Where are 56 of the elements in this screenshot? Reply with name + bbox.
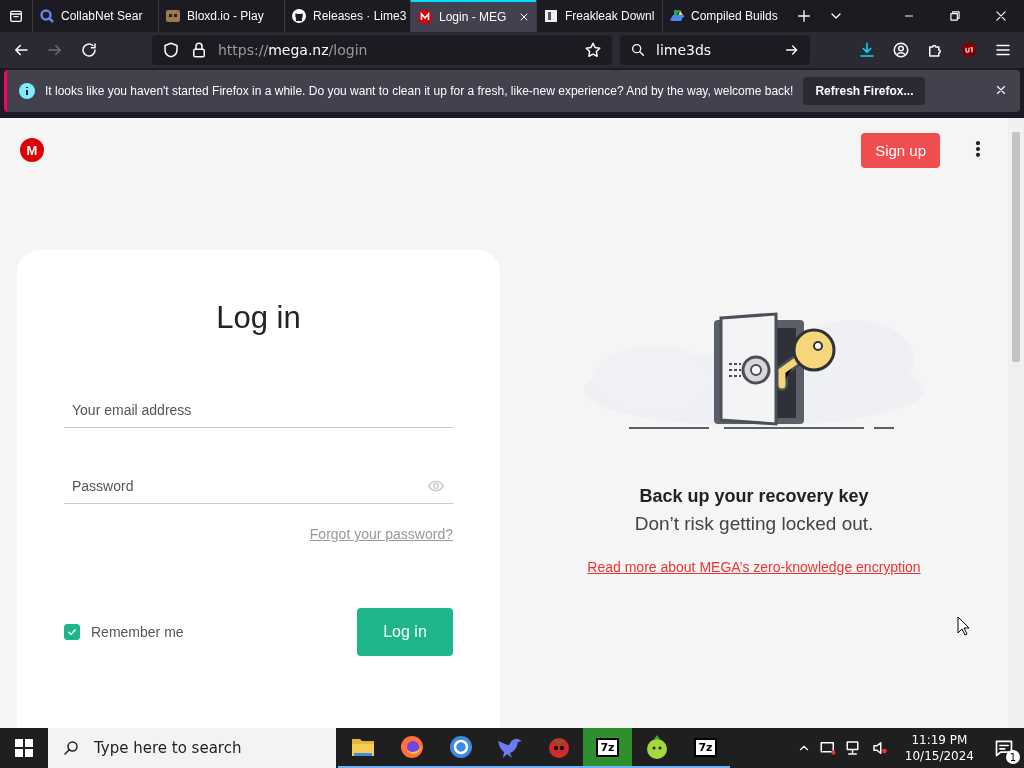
- login-title: Log in: [215, 300, 302, 336]
- speaker-icon[interactable]: [870, 739, 889, 757]
- arrow-right-icon[interactable]: [784, 42, 800, 58]
- tomato-face-icon: [546, 735, 571, 759]
- notification-message: It looks like you haven't started Firefox in a while. Do you want to clean it up for a fresh, like-new experience? And by the way, welcome back!: [45, 84, 794, 98]
- shield-icon[interactable]: [960, 41, 978, 59]
- fox-globe-icon: [399, 735, 424, 759]
- taskbar-app[interactable]: 7z: [583, 728, 632, 768]
- shield-icon: [162, 41, 180, 59]
- browser-tab[interactable]: Login - MEG: [410, 0, 536, 32]
- star-icon[interactable]: [584, 41, 602, 59]
- page-icon: [543, 8, 559, 24]
- password-field[interactable]: Password: [64, 468, 453, 504]
- folder-icon: [350, 736, 375, 758]
- reload-icon[interactable]: [80, 41, 98, 59]
- monitor-icon[interactable]: [818, 739, 837, 757]
- taskbar-search-field[interactable]: Type here to search: [48, 728, 336, 768]
- account-icon[interactable]: [892, 41, 910, 59]
- search-field[interactable]: lime3ds: [620, 35, 810, 65]
- encryption-link[interactable]: Read more about MEGA’s zero-knowledge encryption: [587, 559, 921, 575]
- email-field[interactable]: Your email address: [64, 392, 453, 428]
- archive-icon: 7z: [694, 737, 717, 757]
- close-icon[interactable]: [994, 9, 1008, 23]
- tab-list-icon[interactable]: [8, 8, 24, 24]
- restore-icon[interactable]: [948, 9, 962, 23]
- info-icon: [19, 83, 35, 99]
- archive-icon: 7z: [596, 737, 619, 757]
- triangle-icon: [669, 8, 685, 24]
- remember-checkbox[interactable]: [64, 624, 80, 640]
- block-face-icon: [165, 8, 181, 24]
- notification-count: 1: [1006, 750, 1020, 764]
- search-icon: [62, 739, 80, 757]
- ring-icon: [448, 735, 473, 759]
- taskbar-app[interactable]: 7z: [681, 728, 730, 768]
- cursor-icon: [957, 616, 971, 636]
- cat-icon: [291, 8, 307, 24]
- promo-heading: Back up your recovery key: [639, 486, 869, 507]
- logo[interactable]: M: [20, 138, 44, 162]
- close-icon[interactable]: [518, 11, 530, 23]
- search-icon: [39, 8, 55, 24]
- check-icon: [66, 626, 78, 638]
- search-icon: [630, 42, 646, 58]
- url-text: https://mega.nz/login: [218, 42, 369, 58]
- address-bar[interactable]: https://mega.nz/login: [152, 35, 612, 65]
- refresh-button[interactable]: Refresh Firefox...: [803, 77, 926, 105]
- lime-face-icon: [644, 734, 669, 760]
- windows-icon[interactable]: [15, 739, 33, 757]
- logo-icon: [417, 9, 433, 25]
- clock[interactable]: 11:19 PM 10/15/2024: [904, 732, 974, 764]
- new-tab-icon[interactable]: [796, 8, 812, 24]
- lock-icon: [190, 41, 208, 59]
- promo-subheading: Don’t risk getting locked out.: [634, 513, 874, 535]
- sign-up-button[interactable]: Sign up: [861, 132, 940, 168]
- scrollbar[interactable]: [1008, 118, 1024, 728]
- remember-label: Remember me: [91, 624, 184, 640]
- download-icon[interactable]: [858, 41, 876, 59]
